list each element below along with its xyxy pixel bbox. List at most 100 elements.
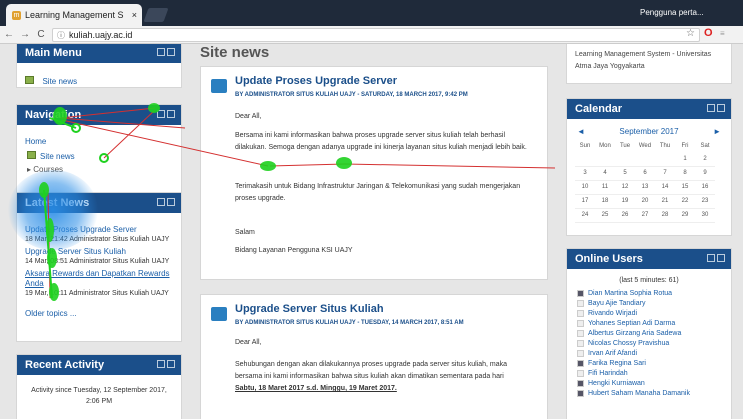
activity-since: Activity since Tuesday, 12 September 201… [31,387,167,394]
older-topics-link[interactable]: Older topics ... [25,309,181,319]
online-users-block: Online Users (last 5 minutes: 61) Dian M… [566,248,732,419]
calendar-day[interactable]: 17 [575,194,595,209]
block-controls[interactable] [707,254,725,262]
block-controls[interactable] [157,48,175,56]
tab-close-icon[interactable]: × [132,10,142,20]
block-controls[interactable] [157,110,175,118]
navigation-tree: Home Site news ▸ Courses [17,125,181,176]
browser-tab[interactable]: m Learning Management S × [6,4,142,26]
online-user[interactable]: Hengki Kurniawan [567,378,731,388]
block-header: Recent Activity [17,355,181,375]
online-user[interactable]: Farika Regina Sari [567,358,731,368]
calendar-day[interactable]: 1 [675,152,695,167]
calendar-day[interactable]: 25 [595,208,615,223]
calendar-day[interactable]: 28 [655,208,675,223]
calendar-day[interactable]: 29 [675,208,695,223]
next-month-icon[interactable]: ► [713,127,721,136]
profile-label[interactable]: Pengguna perta... [640,8,704,17]
calendar-day[interactable]: 16 [695,180,715,195]
calendar-day[interactable]: 24 [575,208,595,223]
calendar-block: Calendar ◄ September 2017 ► Sun Mon Tue … [566,98,732,236]
calendar-day[interactable]: 7 [655,166,675,181]
calendar-week-row: 17 18 19 20 21 22 23 [575,194,715,209]
news-link-2[interactable]: Upgrade Server Situs Kuliah [25,247,181,257]
block-header: Online Users [567,249,731,269]
calendar-day[interactable]: 13 [635,180,655,195]
bookmark-star-icon[interactable]: ☆ [686,28,695,39]
news-icon [25,75,34,84]
online-user[interactable]: Irvan Arif Afandi [567,348,731,358]
online-user[interactable]: Bayu Ajie Tandiary [567,298,731,308]
calendar-day[interactable]: 12 [615,180,635,195]
forward-arrow-icon[interactable]: → [18,29,32,40]
page-title: Site news [200,44,270,61]
calendar-day[interactable]: 27 [635,208,655,223]
online-user[interactable]: Rivando Wirjadi [567,308,731,318]
screenshot-root: m Learning Management S × Pengguna perta… [0,0,743,419]
online-user[interactable]: Nicolas Chossy Pravishua [567,338,731,348]
weekday-header: Mon [599,143,611,149]
calendar-day[interactable]: 19 [615,194,635,209]
back-arrow-icon[interactable]: ← [2,29,16,40]
online-user[interactable]: Yohanes Septian Adi Darma [567,318,731,328]
calendar-day[interactable]: 21 [655,194,675,209]
news-link-1[interactable]: Update Proses Upgrade Server [25,225,181,235]
new-tab-button[interactable] [143,8,169,22]
nav-home[interactable]: Home [25,135,181,148]
online-user[interactable]: Fifi Harindah [567,368,731,378]
calendar-day[interactable]: 6 [635,166,655,181]
block-controls[interactable] [157,360,175,368]
main-menu-site-news[interactable]: Site news [42,77,77,86]
post-body-line: Bersama ini kami informasikan bahwa pros… [235,132,506,139]
calendar-day [595,152,615,167]
calendar-day[interactable]: 30 [695,208,715,223]
calendar-month[interactable]: September 2017 [619,127,678,136]
user-avatar-icon [577,319,584,327]
user-name: Irvan Arif Afandi [588,349,638,357]
opera-icon[interactable]: O [704,27,713,39]
address-bar[interactable]: ⓘ kuliah.uajy.ac.id [52,28,700,42]
calendar-day[interactable]: 3 [575,166,595,181]
online-user[interactable]: Albertus Girzang Aria Sadewa [567,328,731,338]
post-title[interactable]: Update Proses Upgrade Server [235,75,397,87]
block-controls[interactable] [157,198,175,206]
post-body-line: Dear All, [235,113,262,120]
block-controls[interactable] [707,104,725,112]
nav-courses[interactable]: ▸ Courses [25,163,181,176]
main-menu-block: Main Menu Site news [16,44,182,88]
calendar-day[interactable]: 9 [695,166,715,181]
prev-month-icon[interactable]: ◄ [577,127,585,136]
calendar-day[interactable]: 11 [595,180,615,195]
news-meta-2: 14 Mar, 08:51 Administrator Situs Kuliah… [25,258,170,265]
online-user[interactable]: Dian Martina Sophia Rotua [567,288,731,298]
calendar-day[interactable]: 23 [695,194,715,209]
menu-icon[interactable]: ≡ [720,29,725,38]
weekday-header: Sat [700,143,710,149]
calendar-day[interactable]: 22 [675,194,695,209]
nav-site-news[interactable]: Site news [40,152,75,161]
calendar-day[interactable]: 18 [595,194,615,209]
calendar-day[interactable]: 4 [595,166,615,181]
user-name: Fifi Harindah [588,369,628,377]
calendar-day[interactable]: 20 [635,194,655,209]
calendar-day[interactable]: 15 [675,180,695,195]
online-user[interactable]: Hubert Saham Manaha Damanik [567,388,731,398]
post-title[interactable]: Upgrade Server Situs Kuliah [235,303,384,315]
calendar-day[interactable]: 26 [615,208,635,223]
info-icon[interactable]: ⓘ [57,30,65,41]
latest-news-block: Latest News Update Proses Upgrade Server… [16,192,182,342]
news-post-2: Upgrade Server Situs Kuliah BY ADMINISTR… [200,294,548,419]
user-name: Dian Martina Sophia Rotua [588,289,673,297]
url-text: kuliah.uajy.ac.id [69,30,133,40]
calendar-day[interactable]: 10 [575,180,595,195]
user-avatar-icon [577,389,584,397]
post-byline: BY ADMINISTRATOR SITUS KULIAH UAJY - SAT… [235,92,468,98]
calendar-day[interactable]: 8 [675,166,695,181]
post-body-line: proses upgrade. [235,195,286,202]
news-link-3[interactable]: Aksara Rewards dan Dapatkan Rewards Anda [25,269,177,289]
calendar-day[interactable]: 2 [695,152,715,167]
post-body-line: Salam [235,229,255,236]
reload-icon[interactable]: C [34,29,48,40]
calendar-day[interactable]: 5 [615,166,635,181]
calendar-day[interactable]: 14 [655,180,675,195]
